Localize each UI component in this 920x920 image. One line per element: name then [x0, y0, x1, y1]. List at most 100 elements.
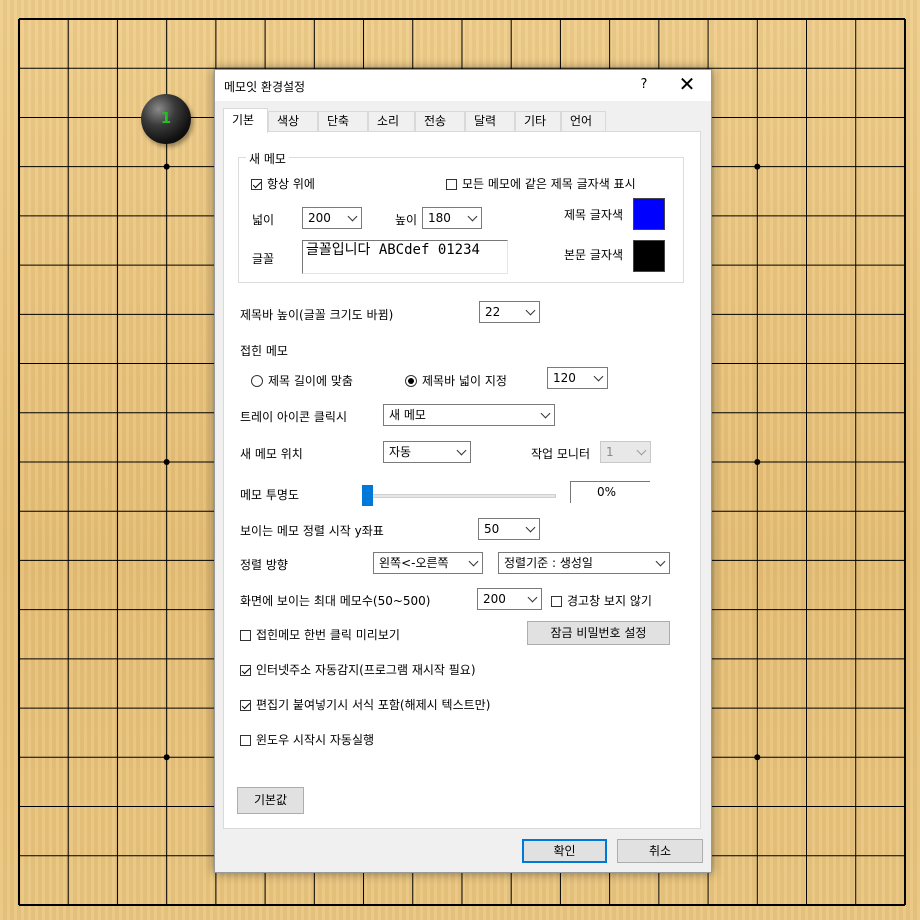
align-start-y-label: 보이는 메모 정렬 시작 y좌표: [240, 524, 384, 538]
folded-preview-label: 접힌메모 한번 클릭 미리보기: [256, 628, 400, 642]
checkbox-box: [240, 735, 251, 746]
no-warning-label: 경고창 보지 않기: [567, 594, 652, 608]
same-title-color-label: 모든 메모에 같은 제목 글자색 표시: [462, 177, 636, 191]
sort-criteria-combo[interactable]: 정렬기준 : 생성일: [498, 552, 670, 574]
body-color-swatch[interactable]: [633, 240, 665, 272]
tray-click-combo[interactable]: 새 메모: [383, 404, 555, 426]
tab-shortcuts[interactable]: 단축키: [318, 111, 368, 147]
same-title-color-checkbox[interactable]: 모든 메모에 같은 제목 글자색 표시: [446, 175, 636, 192]
folded-memo-label: 접힌 메모: [240, 344, 288, 358]
tab-language[interactable]: 언어: [561, 111, 606, 131]
url-detect-checkbox[interactable]: 인터넷주소 자동감지(프로그램 재시작 필요): [240, 661, 476, 678]
tray-click-label: 트레이 아이콘 클릭시: [240, 410, 347, 424]
height-value: 180: [428, 211, 451, 225]
transparency-label: 메모 투명도: [240, 488, 300, 502]
star-point: [754, 458, 761, 465]
set-width-radio[interactable]: 제목바 넓이 지정: [405, 372, 507, 389]
chevron-down-icon: [525, 522, 536, 533]
star-point: [754, 754, 761, 761]
new-memo-position-label: 새 메모 위치: [240, 447, 303, 461]
align-direction-value: 왼쪽<-오른쪽: [379, 556, 449, 570]
autostart-checkbox[interactable]: 윈도우 시작시 자동실행: [240, 731, 374, 748]
titlebar-height-combo[interactable]: 22: [479, 301, 540, 323]
tab-color[interactable]: 색상: [268, 111, 318, 131]
max-memos-value: 200: [483, 592, 506, 606]
checkbox-box: [240, 665, 251, 676]
url-detect-label: 인터넷주소 자동감지(프로그램 재시작 필요): [256, 663, 476, 677]
titlebar-height-label: 제목바 높이(글꼴 크기도 바뀜): [240, 308, 394, 322]
lock-password-button[interactable]: 잠금 비밀번호 설정: [527, 621, 670, 645]
chevron-down-icon: [593, 371, 604, 382]
chevron-down-icon: [525, 305, 536, 316]
height-combo[interactable]: 180: [422, 207, 482, 229]
radio-circle: [251, 375, 263, 387]
chevron-down-icon: [527, 592, 538, 603]
tab-sound[interactable]: 소리: [368, 111, 415, 131]
align-start-y-combo[interactable]: 50: [478, 518, 540, 540]
cancel-button[interactable]: 취소: [617, 839, 703, 863]
align-direction-combo[interactable]: 왼쪽<-오른쪽: [373, 552, 483, 574]
close-button[interactable]: ✕: [672, 73, 702, 97]
folded-width-combo[interactable]: 120: [547, 367, 608, 389]
checkbox-box: [446, 179, 457, 190]
chevron-down-icon: [468, 556, 479, 567]
paste-format-label: 편집기 붙여넣기시 서식 포함(해제시 텍스트만): [256, 698, 491, 712]
work-monitor-combo[interactable]: 1: [600, 441, 651, 463]
checkbox-box: [251, 179, 262, 190]
align-direction-label: 정렬 방향: [240, 558, 288, 572]
body-color-label: 본문 글자색: [564, 248, 624, 262]
checkbox-box: [240, 630, 251, 641]
chevron-down-icon: [655, 556, 666, 567]
stone-move-number: 1: [160, 109, 172, 127]
chevron-down-icon: [456, 445, 467, 456]
height-label: 높이: [395, 213, 418, 227]
work-monitor-value: 1: [606, 445, 614, 459]
ok-button[interactable]: 확인: [522, 839, 607, 863]
chevron-down-icon: [467, 211, 478, 222]
always-on-top-checkbox[interactable]: 항상 위에: [251, 175, 315, 192]
sort-criteria-value: 정렬기준 : 생성일: [504, 556, 593, 570]
transparency-slider-track[interactable]: [368, 494, 556, 498]
titlebar-height-value: 22: [485, 305, 501, 319]
tray-click-value: 새 메모: [389, 408, 426, 422]
title-color-swatch[interactable]: [633, 198, 665, 230]
defaults-button[interactable]: 기본값: [237, 787, 304, 814]
tab-etc[interactable]: 기타: [515, 111, 561, 131]
align-start-y-value: 50: [484, 522, 500, 536]
dialog-title: 메모잇 환경설정: [224, 80, 306, 94]
star-point: [754, 163, 761, 170]
always-on-top-label: 항상 위에: [267, 177, 315, 191]
transparency-slider-thumb[interactable]: [362, 485, 373, 506]
chevron-down-icon: [347, 211, 358, 222]
font-preview-box[interactable]: 글꼴입니다 ABCdef 01234: [302, 240, 508, 274]
new-memo-position-value: 자동: [389, 445, 412, 459]
width-combo[interactable]: 200: [302, 207, 362, 229]
radio-circle: [405, 375, 417, 387]
work-monitor-label: 작업 모니터: [531, 447, 591, 461]
folded-preview-checkbox[interactable]: 접힌메모 한번 클릭 미리보기: [240, 626, 400, 643]
max-memos-combo[interactable]: 200: [477, 588, 542, 610]
font-label: 글꼴: [252, 252, 275, 266]
black-stone[interactable]: 1: [141, 94, 191, 144]
tab-send[interactable]: 전송: [415, 111, 465, 131]
chevron-down-icon: [636, 445, 647, 456]
checkbox-box: [240, 700, 251, 711]
tab-basic[interactable]: 기본: [223, 108, 268, 133]
no-warning-checkbox[interactable]: 경고창 보지 않기: [551, 592, 652, 609]
star-point: [163, 163, 170, 170]
star-point: [163, 754, 170, 761]
help-button[interactable]: ?: [633, 73, 655, 97]
fit-title-label: 제목 길이에 맞춤: [268, 374, 353, 388]
new-memo-position-combo[interactable]: 자동: [383, 441, 471, 463]
autostart-label: 윈도우 시작시 자동실행: [256, 733, 375, 747]
folded-width-value: 120: [553, 371, 576, 385]
dialog-titlebar[interactable]: 메모잇 환경설정 ? ✕: [215, 70, 711, 101]
title-color-label: 제목 글자색: [564, 208, 624, 222]
checkbox-box: [551, 596, 562, 607]
paste-format-checkbox[interactable]: 편집기 붙여넣기시 서식 포함(해제시 텍스트만): [240, 696, 490, 713]
width-value: 200: [308, 211, 331, 225]
chevron-down-icon: [540, 408, 551, 419]
tab-calendar[interactable]: 달력: [465, 111, 515, 131]
fit-title-radio[interactable]: 제목 길이에 맞춤: [251, 372, 353, 389]
set-width-label: 제목바 넓이 지정: [422, 374, 507, 388]
